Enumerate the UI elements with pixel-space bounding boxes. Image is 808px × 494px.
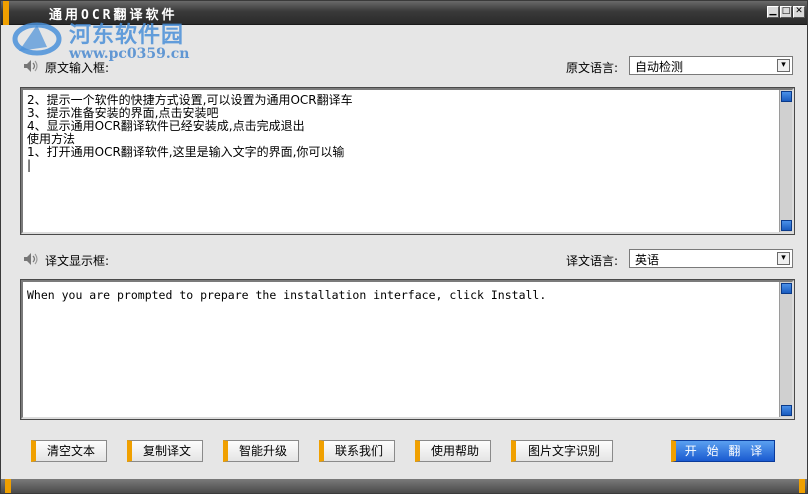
target-scrollbar[interactable]	[779, 282, 792, 417]
maximize-button[interactable]: □	[780, 6, 792, 18]
copy-translation-button[interactable]: 复制译文	[127, 440, 203, 462]
scroll-down-button[interactable]	[781, 405, 792, 416]
speaker-icon[interactable]	[23, 252, 39, 266]
source-language-label: 原文语言:	[566, 61, 619, 75]
app-window: 通用OCR翻译软件 ▁ □ ✕ 河东软件园 www.pc0359.cn 原文输入…	[0, 0, 808, 494]
target-language-select[interactable]: 英语 ▾	[629, 249, 793, 268]
source-text-area[interactable]: 2、提示一个软件的快捷方式设置,可以设置为通用OCR翻译车 3、提示准备安装的界…	[20, 87, 795, 235]
scroll-up-button[interactable]	[781, 283, 792, 294]
status-accent-left	[5, 479, 11, 493]
target-language-label: 译文语言:	[566, 254, 619, 268]
status-bar	[1, 479, 807, 493]
scroll-down-button[interactable]	[781, 220, 792, 231]
help-button[interactable]: 使用帮助	[415, 440, 491, 462]
source-scrollbar[interactable]	[779, 90, 792, 232]
status-accent-right	[799, 479, 805, 493]
target-language-value: 英语	[635, 253, 660, 267]
target-text-area[interactable]: When you are prompted to prepare the ins…	[20, 279, 795, 420]
source-language-select[interactable]: 自动检测 ▾	[629, 56, 793, 75]
dropdown-arrow-icon[interactable]: ▾	[777, 252, 790, 265]
source-language-value: 自动检测	[635, 60, 684, 74]
minimize-button[interactable]: ▁	[767, 6, 779, 18]
speaker-icon[interactable]	[23, 59, 39, 73]
source-text[interactable]: 2、提示一个软件的快捷方式设置,可以设置为通用OCR翻译车 3、提示准备安装的界…	[27, 94, 776, 230]
contact-us-button[interactable]: 联系我们	[319, 440, 395, 462]
close-button[interactable]: ✕	[793, 6, 805, 18]
watermark-name: 河东软件园	[69, 23, 185, 48]
smart-upgrade-button[interactable]: 智能升级	[223, 440, 299, 462]
scroll-up-button[interactable]	[781, 91, 792, 102]
source-label: 原文输入框:	[45, 61, 110, 75]
target-text[interactable]: When you are prompted to prepare the ins…	[27, 288, 776, 415]
dropdown-arrow-icon[interactable]: ▾	[777, 59, 790, 72]
start-translate-button[interactable]: 开 始 翻 译	[671, 440, 775, 462]
clear-text-button[interactable]: 清空文本	[31, 440, 107, 462]
logo-icon	[12, 22, 62, 56]
target-label: 译文显示框:	[45, 254, 110, 268]
image-ocr-button[interactable]: 图片文字识别	[511, 440, 613, 462]
